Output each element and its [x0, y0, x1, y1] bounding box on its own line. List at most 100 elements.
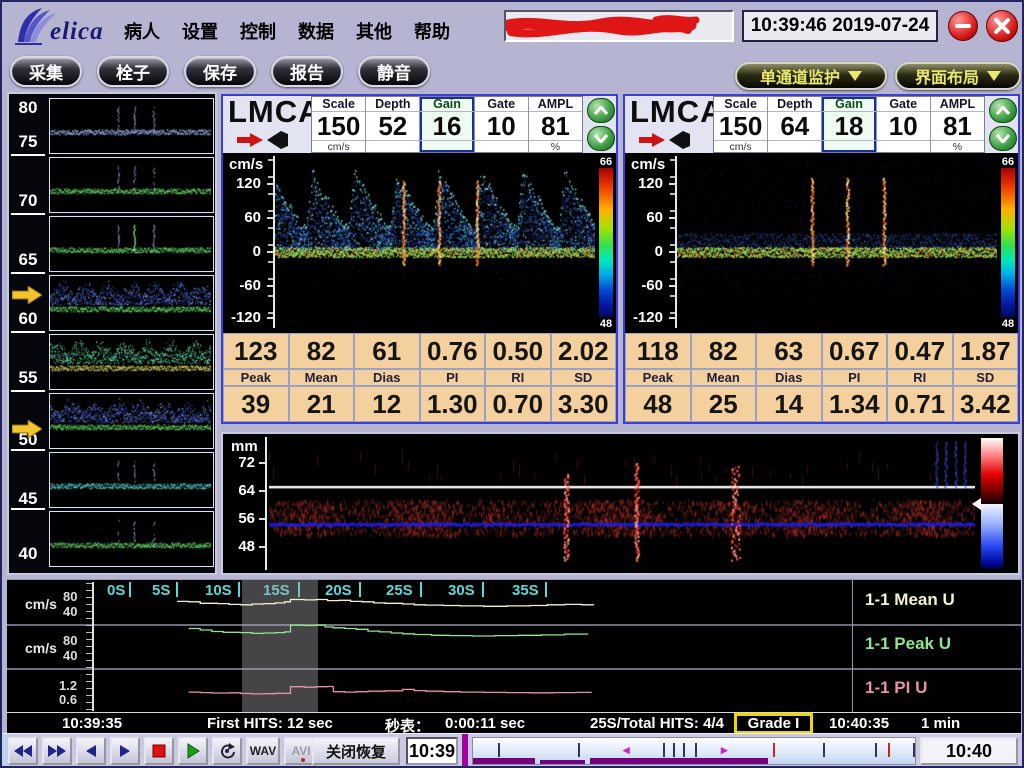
timeline-tick	[695, 743, 697, 757]
depth-label: 75	[13, 132, 43, 152]
param-depth[interactable]: Depth52	[366, 97, 420, 152]
loop-icon	[218, 743, 236, 759]
rewind-button[interactable]	[8, 737, 38, 765]
record-dot-icon	[301, 758, 305, 762]
channel-panel-1: LMCA Scale150cm/s Depth52 Gain16 Gate10 …	[221, 94, 618, 424]
depth-strip-row[interactable]	[49, 98, 214, 154]
depth-label: 80	[13, 98, 43, 118]
depth-strip-row[interactable]	[49, 511, 214, 567]
timeline-tick	[663, 743, 665, 757]
record-start-time: 10:39:35	[62, 715, 122, 732]
clock-display: 10:39:46 2019-07-24	[742, 10, 938, 42]
stop-icon	[152, 744, 166, 758]
step-forward-button[interactable]	[110, 737, 140, 765]
trend-panel: cm/s cm/s 80 40 80 40 1.2 0.6 0S 5S 10S …	[7, 579, 1021, 712]
param-gain[interactable]: Gain18	[822, 97, 876, 152]
timeline-range-marker-icon[interactable]: ▸	[721, 742, 728, 758]
close-restore-button[interactable]: 关闭恢复	[312, 737, 400, 765]
doppler-spectrogram: cm/s 120 60 0 -60 -120 66 48	[223, 153, 616, 333]
mmode-color-bar	[981, 438, 1003, 569]
depth-label: 55	[13, 368, 43, 388]
play-button[interactable]	[178, 737, 208, 765]
stop-button[interactable]	[144, 737, 174, 765]
play-icon	[186, 743, 200, 759]
timeline-tick	[498, 743, 500, 757]
param-down-button[interactable]	[587, 126, 615, 151]
param-up-button[interactable]	[989, 98, 1017, 123]
patient-name-field[interactable]	[504, 10, 734, 42]
trend-unit: cm/s	[25, 596, 57, 612]
report-button[interactable]: 报告	[271, 56, 343, 87]
param-gate[interactable]: Gate10	[877, 97, 931, 152]
menu-item-help[interactable]: 帮助	[414, 18, 450, 44]
color-scale-bar: 66 48	[999, 155, 1017, 331]
param-ampl[interactable]: AMPL81%	[529, 97, 582, 152]
depth-label: 70	[13, 191, 43, 211]
wav-button[interactable]: WAV	[246, 737, 280, 765]
menu-item-control[interactable]: 控制	[240, 18, 276, 44]
status-bar: 10:39:35 First HITS: 12 sec 秒表： 0:00:11 …	[7, 712, 1021, 733]
depth-strip-row[interactable]	[49, 452, 214, 508]
playback-bar: WAV AVI 关闭恢复 10:39 ◂▸ 10:40	[2, 733, 1022, 768]
layout-dropdown[interactable]: 界面布局	[895, 62, 1021, 90]
parameter-grid: Scale150cm/s Depth64 Gain18 Gate10 AMPL8…	[713, 96, 985, 153]
timeline-track[interactable]: ◂▸	[472, 737, 916, 765]
step-back-button[interactable]	[76, 737, 106, 765]
timeline-tick	[683, 743, 685, 757]
param-up-button[interactable]	[587, 98, 615, 123]
chevron-down-icon	[987, 71, 1001, 81]
record-end-time: 10:40:35	[829, 715, 889, 732]
depth-strip-row[interactable]	[49, 334, 214, 390]
probe-direction-icon	[237, 129, 293, 151]
param-scale[interactable]: Scale150cm/s	[714, 97, 768, 152]
emboli-button[interactable]: 栓子	[97, 56, 169, 87]
monitor-mode-dropdown[interactable]: 单通道监护	[735, 62, 887, 90]
timeline-recorded-segment	[590, 758, 768, 764]
depth-strip-row[interactable]	[49, 393, 214, 449]
loop-button[interactable]	[212, 737, 242, 765]
depth-strip-row[interactable]	[49, 157, 214, 213]
depth-strip-row[interactable]	[49, 216, 214, 272]
timeline-range-marker-icon[interactable]: ◂	[623, 742, 630, 758]
param-gain[interactable]: Gain16	[420, 97, 474, 152]
mute-button[interactable]: 静音	[358, 56, 430, 87]
acquire-button[interactable]: 采集	[10, 56, 82, 87]
previous-icon	[84, 744, 98, 758]
minimize-button[interactable]	[948, 11, 978, 41]
trend-unit: cm/s	[25, 640, 57, 656]
chevron-down-icon	[996, 134, 1010, 143]
menu-item-other[interactable]: 其他	[356, 18, 392, 44]
gate-arrow-icon	[12, 286, 42, 304]
timeline-tick	[823, 743, 825, 757]
save-button[interactable]: 保存	[184, 56, 256, 87]
param-scale[interactable]: Scale150cm/s	[312, 97, 366, 152]
main-menu: 病人 设置 控制 数据 其他 帮助	[124, 18, 450, 44]
fast-forward-button[interactable]	[42, 737, 72, 765]
mmode-embolus-panel: mm 72 64 56 48	[221, 432, 1020, 575]
app-window: elica 病人 设置 控制 数据 其他 帮助 10:39:46 2019-07…	[0, 0, 1024, 768]
param-depth[interactable]: Depth64	[768, 97, 822, 152]
doppler-spectrogram: cm/s 120 60 0 -60 -120 66 48	[625, 153, 1018, 333]
depth-strip-row[interactable]	[49, 275, 214, 331]
layout-label: 界面布局	[915, 64, 979, 88]
param-down-button[interactable]	[989, 126, 1017, 151]
channel-panel-2: LMCA Scale150cm/s Depth64 Gain18 Gate10 …	[623, 94, 1020, 424]
toolbar: 采集 栓子 保存 报告 静音	[10, 56, 430, 87]
duration-readout: 1 min	[921, 715, 960, 732]
depth-label: 65	[13, 250, 43, 270]
next-icon	[118, 744, 132, 758]
param-gate[interactable]: Gate10	[475, 97, 529, 152]
minimize-icon	[955, 23, 971, 29]
param-ampl[interactable]: AMPL81%	[931, 97, 984, 152]
menu-item-patient[interactable]: 病人	[124, 18, 160, 44]
menu-item-settings[interactable]: 设置	[182, 18, 218, 44]
menu-item-data[interactable]: 数据	[298, 18, 334, 44]
timeline-recorded-segment	[540, 760, 585, 764]
vessel-label: LMCA	[630, 94, 724, 130]
timeline-divider	[462, 734, 468, 767]
close-button[interactable]	[986, 10, 1018, 42]
total-hits-readout: 25S/Total HITS: 4/4	[590, 715, 724, 732]
timeline-tick	[913, 743, 915, 757]
timeline-tick	[875, 743, 877, 757]
mmode-unit: mm	[231, 438, 258, 455]
